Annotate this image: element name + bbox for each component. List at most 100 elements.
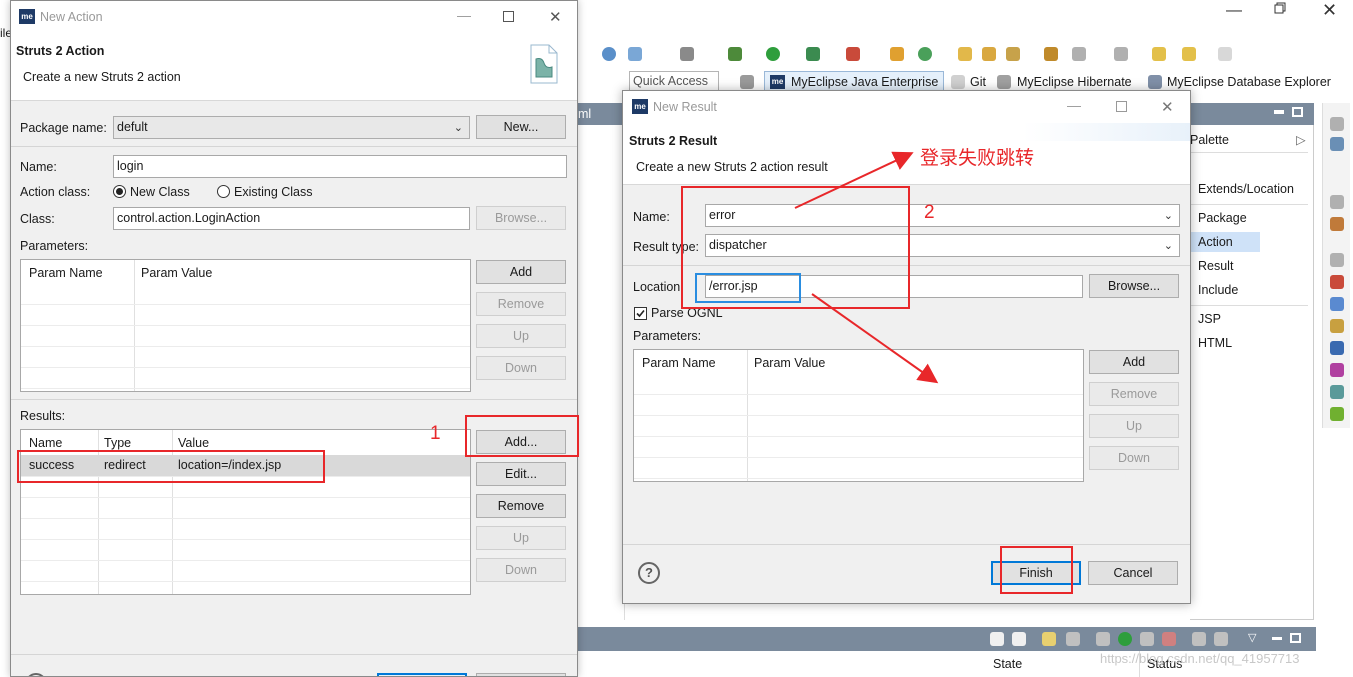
perspective-database[interactable]: MyEclipse Database Explorer <box>1167 75 1331 89</box>
column-state[interactable]: State <box>993 657 1022 671</box>
debug-server-icon[interactable] <box>1096 632 1110 646</box>
parameters-table[interactable]: Param Name Param Value <box>20 259 471 392</box>
help-icon[interactable]: ? <box>638 562 660 584</box>
palette-expand-icon[interactable]: ▷ <box>1296 132 1306 147</box>
finish-button[interactable]: Finish <box>991 561 1081 585</box>
open-perspective-icon[interactable] <box>740 75 754 89</box>
result-remove-button[interactable]: Remove <box>476 494 566 518</box>
close-window-icon[interactable]: ✕ <box>1322 0 1337 21</box>
panel-min-icon[interactable] <box>1272 637 1282 640</box>
palette-item-result[interactable]: Result <box>1198 259 1233 273</box>
palette-min-icon[interactable] <box>1274 110 1284 114</box>
param-add-button[interactable]: Add <box>476 260 566 284</box>
stop-icon[interactable] <box>1162 632 1176 646</box>
result-add-button[interactable]: Add... <box>476 430 566 454</box>
restore-view-icon-2[interactable] <box>1330 195 1344 209</box>
problems-icon[interactable] <box>1330 275 1344 289</box>
minimize-icon[interactable]: — <box>1226 2 1242 20</box>
palette-item-action[interactable]: Action <box>1198 235 1233 249</box>
param-down-button[interactable]: Down <box>476 356 566 380</box>
help-icon[interactable] <box>25 673 47 676</box>
clean-icon[interactable] <box>1214 632 1228 646</box>
action-name-input[interactable]: login <box>113 155 567 178</box>
radio-new-class[interactable] <box>113 185 126 198</box>
delete-icon[interactable] <box>1066 632 1080 646</box>
editor-tab-fragment[interactable]: ml <box>578 107 591 121</box>
result-parameters-table[interactable]: Param Name Param Value <box>633 349 1084 482</box>
radio-existing-class[interactable] <box>217 185 230 198</box>
palette-item-include[interactable]: Include <box>1198 283 1238 297</box>
result-type-combo[interactable]: dispatcher ⌄ <box>705 234 1180 257</box>
run-config-icon[interactable] <box>806 47 820 61</box>
start-server-icon[interactable] <box>1118 632 1132 646</box>
close-icon[interactable]: ✕ <box>1161 98 1174 116</box>
radio-existing-class-label[interactable]: Existing Class <box>234 185 313 199</box>
parse-ognl-label[interactable]: Parse OGNL <box>651 306 723 320</box>
column-name[interactable]: Name <box>29 436 62 450</box>
param-up-button[interactable]: Up <box>1089 414 1179 438</box>
package-combo[interactable]: defult ⌄ <box>113 116 470 139</box>
parse-ognl-checkbox[interactable] <box>634 307 647 320</box>
last-edit-icon[interactable] <box>1152 47 1166 61</box>
cancel-button[interactable]: Cancel <box>1088 561 1178 585</box>
view-menu-icon[interactable]: ▽ <box>1248 631 1256 644</box>
result-up-button[interactable]: Up <box>476 526 566 550</box>
collapse-all-icon[interactable] <box>990 632 1004 646</box>
perspective-git[interactable]: Git <box>970 75 986 89</box>
column-type[interactable]: Type <box>104 436 131 450</box>
result-edit-button[interactable]: Edit... <box>476 462 566 486</box>
browse-class-button[interactable]: Browse... <box>476 206 566 230</box>
leaf-icon[interactable] <box>1330 407 1344 421</box>
browse-location-button[interactable]: Browse... <box>1089 274 1179 298</box>
minimize-icon[interactable]: — <box>1067 97 1081 113</box>
column-param-value[interactable]: Param Value <box>754 356 825 370</box>
image-icon[interactable] <box>1330 385 1344 399</box>
new-server-icon[interactable] <box>1042 632 1056 646</box>
servers-icon[interactable] <box>1330 217 1344 231</box>
restore-view-icon[interactable] <box>1330 117 1344 131</box>
param-add-button[interactable]: Add <box>1089 350 1179 374</box>
new-package-button[interactable]: New... <box>476 115 566 139</box>
open-type-icon[interactable] <box>982 47 996 61</box>
wrench-icon[interactable] <box>1330 319 1344 333</box>
minimize-icon[interactable]: — <box>457 7 471 23</box>
param-remove-button[interactable]: Remove <box>1089 382 1179 406</box>
search-icon[interactable] <box>1044 47 1058 61</box>
publish-icon[interactable] <box>1192 632 1206 646</box>
refresh-icon[interactable] <box>628 47 642 61</box>
palette-item-extends[interactable]: Extends/Location <box>1198 182 1294 196</box>
column-param-value[interactable]: Param Value <box>141 266 212 280</box>
forward-icon[interactable] <box>1218 47 1232 61</box>
prev-annotation-icon[interactable] <box>1114 47 1128 61</box>
run-icon[interactable] <box>766 47 780 61</box>
tasks-icon[interactable] <box>1330 297 1344 311</box>
maximize-icon[interactable] <box>503 11 514 22</box>
restore-view-icon-3[interactable] <box>1330 253 1344 267</box>
globe-icon[interactable] <box>602 47 616 61</box>
palette-item-jsp[interactable]: JSP <box>1198 312 1221 326</box>
param-remove-button[interactable]: Remove <box>476 292 566 316</box>
footer-cancel-button[interactable] <box>476 673 566 676</box>
param-up-button[interactable]: Up <box>476 324 566 348</box>
palette-item-package[interactable]: Package <box>1198 211 1247 225</box>
panel-max-icon[interactable] <box>1290 633 1301 643</box>
results-table[interactable]: Name Type Value success redirect locatio… <box>20 429 471 595</box>
maximize-icon[interactable] <box>1116 101 1127 112</box>
stop-server-icon[interactable] <box>846 47 860 61</box>
location-input[interactable]: /error.jsp <box>705 275 1083 298</box>
result-down-button[interactable]: Down <box>476 558 566 582</box>
palette-item-html[interactable]: HTML <box>1198 336 1232 350</box>
back-icon[interactable] <box>1182 47 1196 61</box>
camera-icon[interactable] <box>680 47 694 61</box>
footer-primary-button[interactable] <box>377 673 467 676</box>
outline-icon[interactable] <box>1330 137 1344 151</box>
new-wizard-icon[interactable] <box>890 47 904 61</box>
new-class-icon[interactable] <box>918 47 932 61</box>
quick-access-input[interactable]: Quick Access <box>629 71 719 92</box>
class-input[interactable]: control.action.LoginAction <box>113 207 470 230</box>
console-icon[interactable] <box>1330 341 1344 355</box>
debug-icon[interactable] <box>728 47 742 61</box>
palette-max-icon[interactable] <box>1292 107 1303 117</box>
column-param-name[interactable]: Param Name <box>642 356 716 370</box>
result-name-combo[interactable]: error ⌄ <box>705 204 1180 227</box>
